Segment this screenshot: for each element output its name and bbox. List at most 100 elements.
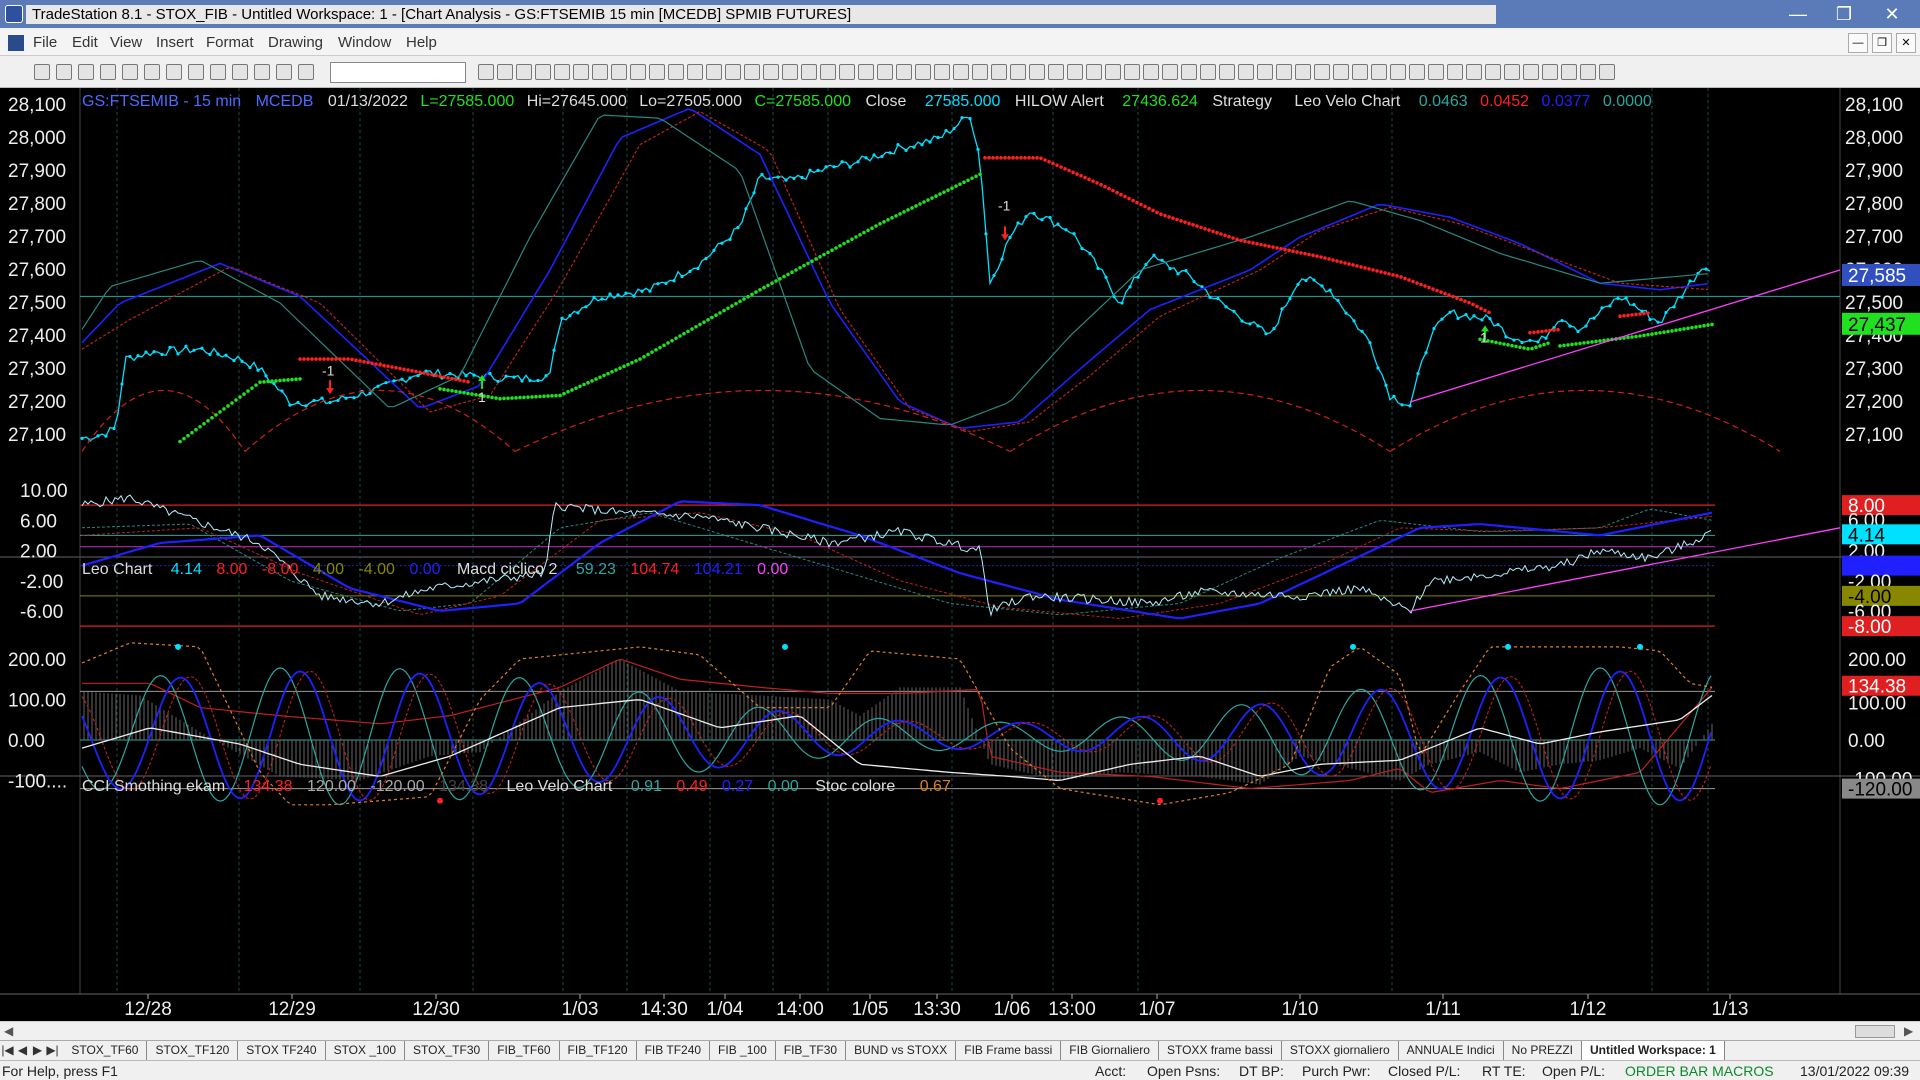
toolbar-button-icon[interactable] [1561,64,1577,80]
menu-window[interactable]: Window [338,34,391,51]
toolbar-button-icon[interactable] [1295,64,1311,80]
toolbar-button-icon[interactable] [554,64,570,80]
toolbar-button-icon[interactable] [1390,64,1406,80]
toolbar-button-icon[interactable] [1086,64,1102,80]
workspace-tab[interactable]: STOX_TF60 [63,1041,148,1060]
menu-insert[interactable]: Insert [156,34,194,51]
toolbar-button-icon[interactable] [1523,64,1539,80]
toolbar-button-icon[interactable] [1162,64,1178,80]
toolbar-button-icon[interactable] [1200,64,1216,80]
toolbar-button-icon[interactable] [801,64,817,80]
toolbar-button-icon[interactable] [668,64,684,80]
toolbar-button-icon[interactable] [744,64,760,80]
close-icon[interactable]: ✕ [1870,0,1914,28]
scroll-right-icon[interactable]: ▶ [1904,1024,1913,1038]
tab-next-icon[interactable]: ▶ [30,1043,45,1057]
toolbar-button-icon[interactable] [478,64,494,80]
toolbar-button-icon[interactable] [991,64,1007,80]
toolbar-button-icon[interactable] [1276,64,1292,80]
menu-edit[interactable]: Edit [72,34,98,51]
workspace-tab[interactable]: STOX TF240 [238,1041,326,1060]
toolbar-button-icon[interactable] [706,64,722,80]
toolbar-button-icon[interactable] [1029,64,1045,80]
toolbar-button-icon[interactable] [782,64,798,80]
toolbar-button-icon[interactable] [1010,64,1026,80]
chart-window-icon[interactable] [8,35,24,51]
toolbar-button-icon[interactable] [725,64,741,80]
menu-format[interactable]: Format [206,34,254,51]
menu-view[interactable]: View [110,34,142,51]
toolbar-button-icon[interactable] [1599,64,1615,80]
toolbar-button-icon[interactable] [298,64,314,80]
toolbar-button-icon[interactable] [611,64,627,80]
toolbar-button-icon[interactable] [276,64,292,80]
toolbar-button-icon[interactable] [166,64,182,80]
toolbar-button-icon[interactable] [592,64,608,80]
toolbar-button-icon[interactable] [1409,64,1425,80]
workspace-tab[interactable]: STOX_TF30 [405,1041,490,1060]
workspace-tab[interactable]: FIB_TF120 [560,1041,637,1060]
toolbar-button-icon[interactable] [210,64,226,80]
toolbar-button-icon[interactable] [56,64,72,80]
toolbar-button-icon[interactable] [1181,64,1197,80]
toolbar-button-icon[interactable] [1048,64,1064,80]
minimize-icon[interactable]: — [1776,0,1820,28]
toolbar-button-icon[interactable] [1105,64,1121,80]
tab-prev-icon[interactable]: ◀ [15,1043,30,1057]
workspace-tab[interactable]: BUND vs STOXX [846,1041,957,1060]
toolbar-button-icon[interactable] [144,64,160,80]
toolbar-button-icon[interactable] [896,64,912,80]
toolbar-button-icon[interactable] [188,64,204,80]
workspace-tab[interactable]: FIB_TF30 [776,1041,847,1060]
menu-drawing[interactable]: Drawing [268,34,323,51]
toolbar-button-icon[interactable] [839,64,855,80]
workspace-tab[interactable]: FIB Frame bassi [956,1041,1062,1060]
toolbar-button-icon[interactable] [1352,64,1368,80]
menu-help[interactable]: Help [406,34,437,51]
toolbar-button-icon[interactable] [497,64,513,80]
workspace-tab[interactable]: FIB _100 [710,1041,776,1060]
workspace-tab[interactable]: FIB Giornaliero [1061,1041,1159,1060]
workspace-tab[interactable]: FIB TF240 [637,1041,711,1060]
workspace-tab[interactable]: STOXX giornaliero [1282,1041,1399,1060]
toolbar-button-icon[interactable] [934,64,950,80]
toolbar-button-icon[interactable] [953,64,969,80]
chart-scrollbar[interactable]: ◀ ▶ [0,1021,1920,1040]
toolbar-button-icon[interactable] [1542,64,1558,80]
toolbar-button-icon[interactable] [877,64,893,80]
toolbar-button-icon[interactable] [254,64,270,80]
child-minimize-icon[interactable]: — [1848,33,1868,53]
toolbar-button-icon[interactable] [763,64,779,80]
toolbar-button-icon[interactable] [687,64,703,80]
restore-icon[interactable]: ❐ [1822,0,1866,28]
tab-last-icon[interactable]: ▶| [45,1043,60,1057]
toolbar-button-icon[interactable] [34,64,50,80]
workspace-tab[interactable]: ANNUALE Indici [1399,1041,1504,1060]
menu-file[interactable]: File [33,34,57,51]
toolbar-button-icon[interactable] [1314,64,1330,80]
toolbar-button-icon[interactable] [1238,64,1254,80]
workspace-tab[interactable]: Untitled Workspace: 1 [1582,1041,1725,1060]
toolbar-button-icon[interactable] [1466,64,1482,80]
workspace-tab[interactable]: STOXX frame bassi [1159,1041,1282,1060]
toolbar-button-icon[interactable] [1504,64,1520,80]
toolbar-button-icon[interactable] [573,64,589,80]
toolbar-button-icon[interactable] [1219,64,1235,80]
chart-area[interactable]: GS:FTSEMIB - 15 min MCEDB 01/13/2022 L=2… [0,88,1920,1021]
toolbar-button-icon[interactable] [122,64,138,80]
status-order-bar-macros[interactable]: ORDER BAR MACROS [1625,1063,1774,1079]
symbol-combo[interactable] [330,62,466,83]
workspace-tab[interactable]: No PREZZI [1504,1041,1583,1060]
toolbar-button-icon[interactable] [78,64,94,80]
toolbar-button-icon[interactable] [100,64,116,80]
toolbar-button-icon[interactable] [1124,64,1140,80]
toolbar-button-icon[interactable] [630,64,646,80]
workspace-tab[interactable]: FIB_TF60 [489,1041,560,1060]
toolbar-button-icon[interactable] [1580,64,1596,80]
toolbar-button-icon[interactable] [1447,64,1463,80]
toolbar-button-icon[interactable] [1257,64,1273,80]
tab-first-icon[interactable]: |◀ [0,1043,15,1057]
scroll-left-icon[interactable]: ◀ [4,1024,13,1038]
toolbar-button-icon[interactable] [1428,64,1444,80]
child-close-icon[interactable]: ✕ [1896,33,1916,53]
